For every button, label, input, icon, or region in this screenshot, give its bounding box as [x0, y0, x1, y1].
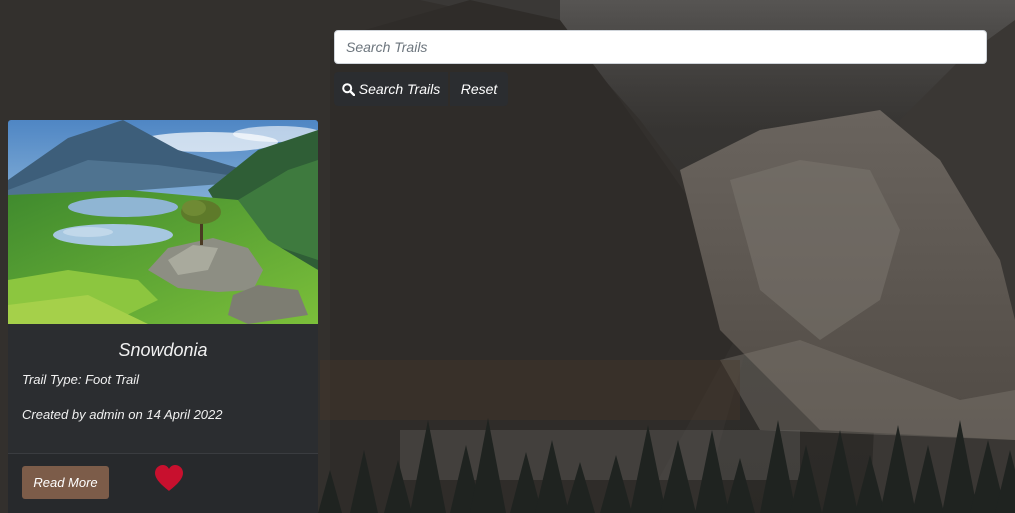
- trail-type-value: Foot Trail: [85, 372, 140, 387]
- search-icon: [341, 82, 355, 96]
- trail-created-info: Created by admin on 14 April 2022: [22, 407, 223, 422]
- trail-type: Trail Type: Foot Trail: [22, 372, 139, 387]
- reset-button[interactable]: Reset: [450, 72, 508, 106]
- trail-title: Snowdonia: [118, 340, 208, 360]
- created-date: 14 April 2022: [146, 407, 223, 422]
- trail-card: Snowdonia Trail Type: Foot Trail Created…: [8, 120, 318, 513]
- trail-image: [8, 120, 318, 324]
- search-button-label: Search Trails: [358, 81, 441, 97]
- search-input[interactable]: [334, 30, 987, 64]
- created-author: admin: [89, 407, 125, 422]
- created-on: on: [128, 407, 143, 422]
- trail-type-label: Trail Type:: [22, 372, 82, 387]
- reset-button-label: Reset: [460, 81, 498, 97]
- read-more-button[interactable]: Read More: [22, 466, 109, 499]
- created-prefix: Created by: [22, 407, 86, 422]
- search-button[interactable]: Search Trails: [334, 72, 448, 106]
- card-footer: Read More: [8, 454, 318, 513]
- heart-icon[interactable]: [154, 464, 184, 492]
